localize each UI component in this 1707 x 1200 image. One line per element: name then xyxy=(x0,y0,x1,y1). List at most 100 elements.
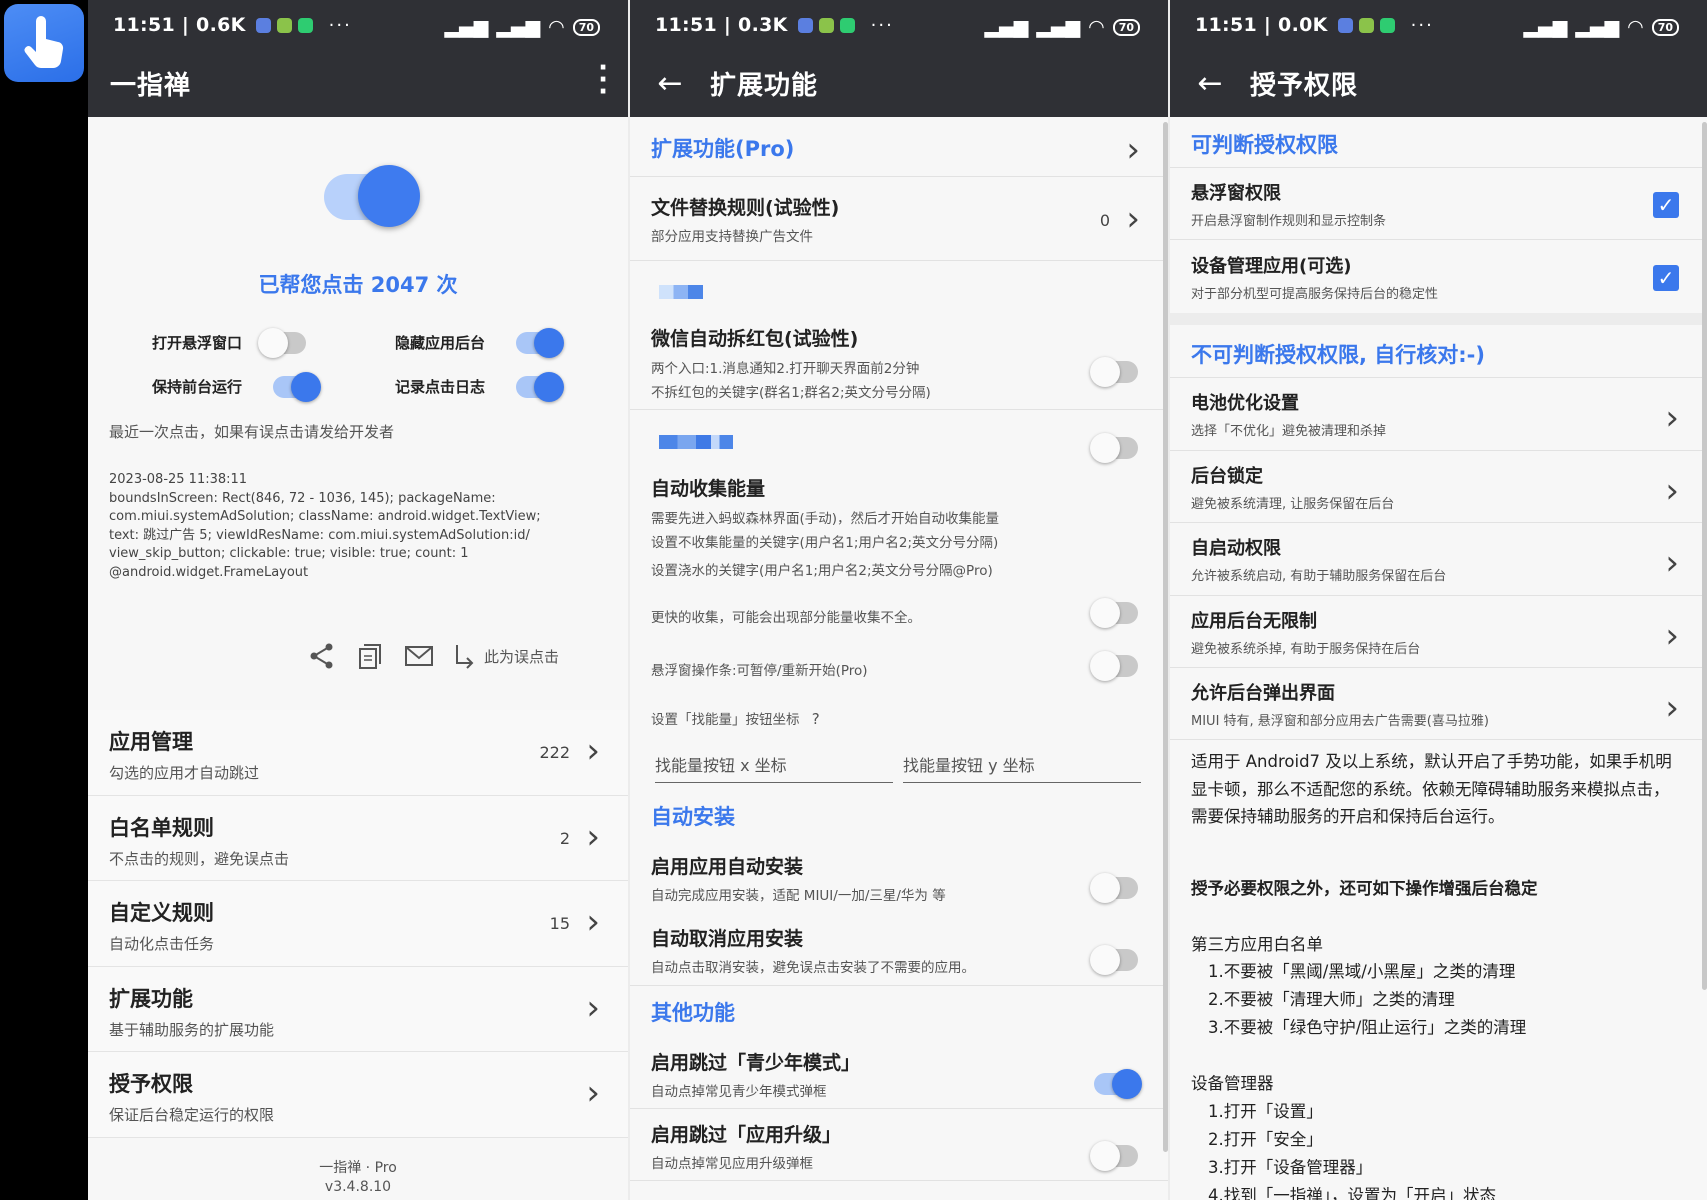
file-replace-rule-row[interactable]: 文件替换规则(试验性) 部分应用支持替换广告文件 xyxy=(651,193,1168,248)
chevron-right-icon xyxy=(586,1082,600,1110)
wifi-icon: ◠ xyxy=(548,16,565,38)
background-lock-row[interactable]: 后台锁定 避免被系统清理, 让服务保留在后台 xyxy=(1191,462,1707,516)
coord-label: 设置「找能量」按钮坐标 ? xyxy=(651,708,820,728)
row-custom-rules[interactable]: 自定义规则 自动化点击任务 15 xyxy=(88,881,628,967)
energy-toggle[interactable] xyxy=(1090,433,1138,463)
auto-install-toggle[interactable] xyxy=(1090,873,1138,903)
scrollbar[interactable] xyxy=(1702,122,1707,990)
back-arrow-icon[interactable]: ← xyxy=(1170,66,1250,101)
overlay-permission-row[interactable]: 悬浮窗权限 开启悬浮窗制作规则和显示控制条 xyxy=(1191,179,1707,233)
row-title: 文件替换规则(试验性) xyxy=(651,197,840,219)
third-party-step: 2.不要被「清理大师」之类的清理 xyxy=(1208,990,1455,1009)
energy-x-input[interactable]: 找能量按钮 x 坐标 xyxy=(655,752,893,783)
chevron-right-icon xyxy=(586,740,600,768)
row-title: 悬浮窗权限 xyxy=(1191,183,1281,204)
click-log: 2023-08-25 11:38:11 boundsInScreen: Rect… xyxy=(109,471,598,582)
auto-cancel-install-toggle[interactable] xyxy=(1090,945,1138,975)
energy-y-input[interactable]: 找能量按钮 y 坐标 xyxy=(903,752,1141,783)
status-bar: 11:51 | 0.6K ··· ▂▄▆ ▂▄▆ ◠ 70 xyxy=(88,0,628,50)
back-arrow-icon[interactable]: ← xyxy=(630,66,710,101)
skip-update-row: 启用跳过「应用升级」 自动点掉常见应用升级弹框 xyxy=(651,1120,1168,1175)
feature-list: 应用管理 勾选的应用才自动跳过 222 白名单规则 不点击的规则，避免误点击 2… xyxy=(88,710,628,1138)
chevron-right-icon xyxy=(1665,552,1679,580)
status-time: 11:51 | 0.3K xyxy=(655,14,788,36)
row-title: 启用跳过「青少年模式」 xyxy=(651,1052,861,1074)
signal-icon: ▂▄▆ xyxy=(984,16,1029,38)
mail-icon[interactable] xyxy=(404,644,434,668)
log-clicks-toggle[interactable] xyxy=(516,372,564,402)
overlay-permission-checkbox[interactable]: ✓ xyxy=(1653,192,1679,218)
wifi-icon: ◠ xyxy=(1088,16,1105,38)
footer-app-name: 一指禅 · Pro xyxy=(319,1160,397,1176)
autostart-row[interactable]: 自启动权限 允许被系统启动, 有助于辅助服务保留在后台 xyxy=(1191,534,1707,588)
wechat-redpacket-toggle[interactable] xyxy=(1090,357,1138,387)
hide-recents-toggle[interactable] xyxy=(516,328,564,358)
float-bar-toggle[interactable] xyxy=(1090,651,1138,681)
row-extensions[interactable]: 扩展功能 基于辅助服务的扩展功能 xyxy=(88,967,628,1052)
row-subtitle: 需要先进入蚂蚁森林界面(手动)，然后才开始自动收集能量 xyxy=(651,511,1000,527)
option-log-clicks-label: 记录点击日志 xyxy=(395,378,486,396)
skip-update-toggle[interactable] xyxy=(1090,1141,1138,1171)
chevron-right-icon xyxy=(586,997,600,1025)
signal-icon-2: ▂▄▆ xyxy=(1036,16,1081,38)
third-party-title: 第三方应用白名单 xyxy=(1191,935,1323,954)
option-hide-recents-label: 隐藏应用后台 xyxy=(395,334,486,352)
row-permissions[interactable]: 授予权限 保证后台稳定运行的权限 xyxy=(88,1052,628,1138)
watering-keywords[interactable]: 设置浇水的关键字(用户名1;用户名2;英文分号分隔@Pro) xyxy=(651,559,1168,583)
row-title: 启用跳过「应用升级」 xyxy=(651,1124,842,1146)
device-admin-row[interactable]: 设备管理应用(可选) 对于部分机型可提高服务保持后台的稳定性 xyxy=(1191,252,1707,306)
skip-teen-mode-row: 启用跳过「青少年模式」 自动点掉常见青少年模式弹框 xyxy=(651,1048,1168,1103)
more-notifications-icon: ··· xyxy=(870,14,894,36)
misclick-button[interactable]: 此为误点击 xyxy=(454,643,559,669)
log-line: boundsInScreen: Rect(846, 72 - 1036, 145… xyxy=(109,490,496,506)
log-line: @android.widget.FrameLayout xyxy=(109,564,309,580)
pro-section-header[interactable]: 扩展功能(Pro) xyxy=(651,133,794,163)
help-icon[interactable]: ? xyxy=(812,710,820,728)
battery-optimization-row[interactable]: 电池优化设置 选择「不优化」避免被清理和杀掉 xyxy=(1191,389,1707,443)
status-time: 11:51 | 0.6K xyxy=(113,14,246,36)
divider xyxy=(630,985,1168,986)
battery-icon: 70 xyxy=(572,18,600,36)
row-title: 应用后台无限制 xyxy=(1191,611,1317,632)
service-toggle[interactable] xyxy=(324,165,420,227)
divider xyxy=(1170,450,1707,451)
row-subtitle: 保证后台稳定运行的权限 xyxy=(109,1106,275,1124)
last-click-note: 最近一次点击，如果有误点击请发给开发者 xyxy=(109,423,395,441)
unrestricted-background-row[interactable]: 应用后台无限制 避免被系统杀掉, 有助于服务保持在后台 xyxy=(1191,607,1707,661)
status-bar: 11:51 | 0.0K ··· ▂▄▆ ▂▄▆ ◠ 70 xyxy=(1170,0,1707,50)
page-title: 扩展功能 xyxy=(710,71,819,101)
chevron-right-icon xyxy=(1665,697,1679,725)
row-subtitle[interactable]: 不拆红包的关键字(群名1;群名2;英文分号分隔) xyxy=(651,381,1168,405)
status-right: ▂▄▆ ▂▄▆ ◠ 70 xyxy=(444,16,600,38)
status-right: ▂▄▆ ▂▄▆ ◠ 70 xyxy=(1523,16,1679,38)
foreground-toggle[interactable] xyxy=(273,372,321,402)
device-admin-step: 3.打开「设备管理器」 xyxy=(1208,1158,1373,1177)
row-app-management[interactable]: 应用管理 勾选的应用才自动跳过 222 xyxy=(88,710,628,796)
coord-text: 设置「找能量」按钮坐标 xyxy=(651,712,800,728)
notification-icons xyxy=(255,17,313,33)
skip-teen-mode-toggle[interactable] xyxy=(1094,1069,1142,1099)
row-count: 15 xyxy=(549,914,570,933)
app-launcher-icon[interactable] xyxy=(4,4,84,82)
floating-window-toggle[interactable] xyxy=(258,328,306,358)
row-title: 自动取消应用安装 xyxy=(651,928,804,950)
permissions-content: 可判断授权权限 悬浮窗权限 开启悬浮窗制作规则和显示控制条 ✓ 设备管理应用(可… xyxy=(1170,117,1707,1200)
log-line: 2023-08-25 11:38:11 xyxy=(109,472,248,487)
device-admin-checkbox[interactable]: ✓ xyxy=(1653,265,1679,291)
signal-icon: ▂▄▆ xyxy=(444,16,489,38)
signal-icon-2: ▂▄▆ xyxy=(496,16,541,38)
overflow-menu-icon[interactable]: · · · xyxy=(598,55,608,105)
row-whitelist[interactable]: 白名单规则 不点击的规则，避免误点击 2 xyxy=(88,796,628,881)
log-line: text: 跳过广告 5; viewIdResName: com.miui.sy… xyxy=(109,527,530,543)
other-section-header: 其他功能 xyxy=(651,1001,735,1025)
chevron-right-icon xyxy=(1126,208,1140,236)
no-collect-keywords[interactable]: 设置不收集能量的关键字(用户名1;用户名2;英文分号分隔) xyxy=(651,531,1168,555)
background-popup-row[interactable]: 允许后台弹出界面 MIUI 特有, 悬浮窗和部分应用去广告需要(喜马拉雅) xyxy=(1191,679,1707,733)
blurred-image xyxy=(659,285,703,299)
row-title: 设备管理应用(可选) xyxy=(1191,256,1352,277)
divider xyxy=(1170,667,1707,668)
faster-collect-toggle[interactable] xyxy=(1090,598,1138,628)
share-icon[interactable] xyxy=(308,642,336,670)
divider xyxy=(630,1180,1168,1181)
copy-icon[interactable] xyxy=(356,642,384,670)
